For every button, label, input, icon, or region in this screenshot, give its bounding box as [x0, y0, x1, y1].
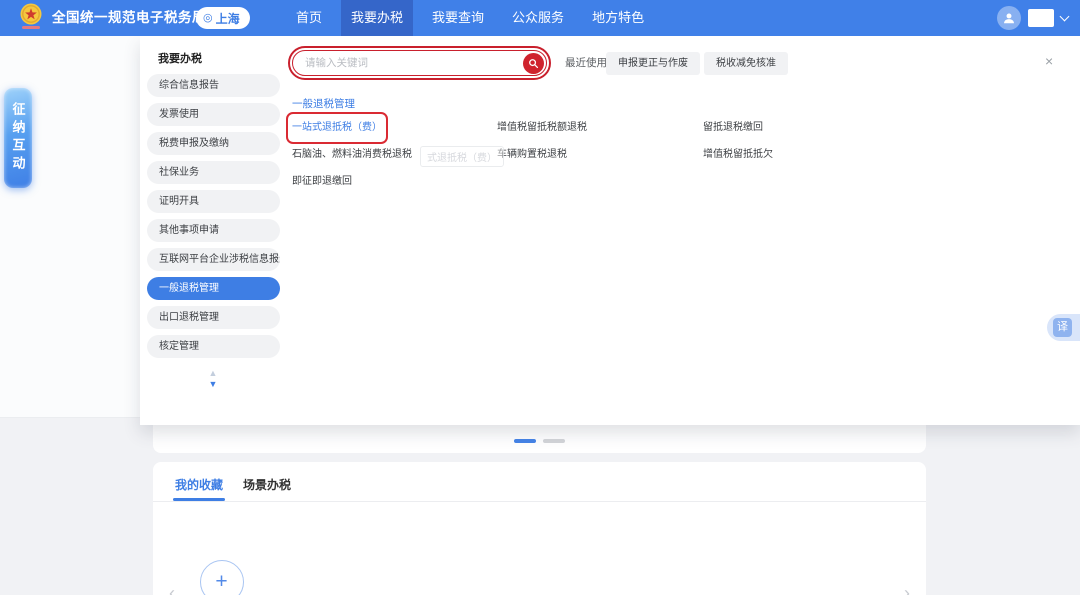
- nav-item-local-features[interactable]: 地方特色: [586, 0, 650, 36]
- add-favorite-button[interactable]: + 添加收藏: [193, 560, 250, 595]
- category-export-refund[interactable]: 出口退税管理: [147, 306, 280, 329]
- header-user-area: [997, 0, 1068, 36]
- link-immediate-refund-return[interactable]: 即征即退缴回: [292, 172, 497, 199]
- close-icon[interactable]: ×: [1045, 54, 1053, 68]
- chevron-right-icon[interactable]: ›: [904, 584, 910, 595]
- tab-my-favorites[interactable]: 我的收藏: [175, 476, 223, 501]
- search-input[interactable]: [293, 57, 523, 69]
- mega-menu-panel: 我要办税 综合信息报告 发票使用 税费申报及缴纳 社保业务 证明开具 其他事项申…: [140, 36, 1080, 425]
- plus-icon: +: [200, 560, 244, 595]
- nav-item-inquiry[interactable]: 我要查询: [426, 0, 490, 36]
- link-vat-credit-refund[interactable]: 增值税留抵税额退税: [497, 118, 703, 145]
- nav-item-home[interactable]: 首页: [290, 0, 328, 36]
- link-one-stop-refund[interactable]: 一站式退抵税（费）: [292, 118, 497, 145]
- category-comprehensive-info[interactable]: 综合信息报告: [147, 74, 280, 97]
- translate-icon: 译: [1053, 318, 1072, 337]
- scroll-up-arrow-icon[interactable]: ▲: [140, 368, 286, 379]
- search-icon: [528, 58, 539, 69]
- section-title-general-refund[interactable]: 一般退税管理: [292, 96, 355, 111]
- recently-used-label: 最近使用:: [565, 50, 610, 77]
- chevron-down-icon[interactable]: [1060, 11, 1070, 21]
- category-other-matters[interactable]: 其他事项申请: [147, 219, 280, 242]
- chevron-left-icon[interactable]: ‹: [169, 584, 175, 595]
- favorites-card: 我的收藏 场景办税 ‹ + 添加收藏 ›: [153, 462, 926, 595]
- scroll-down-arrow-icon[interactable]: ▼: [140, 379, 286, 390]
- nav-item-public-service[interactable]: 公众服务: [506, 0, 570, 36]
- translate-float-button[interactable]: 译: [1047, 314, 1080, 341]
- category-column: 我要办税 综合信息报告 发票使用 税费申报及缴纳 社保业务 证明开具 其他事项申…: [140, 36, 286, 425]
- link-vehicle-purchase-refund[interactable]: 车辆购置税退税: [497, 145, 703, 172]
- username-redacted-box[interactable]: [1028, 9, 1054, 27]
- national-emblem-logo: [18, 3, 44, 35]
- link-vat-credit-offset[interactable]: 增值税留抵抵欠: [703, 145, 1052, 172]
- category-column-title: 我要办税: [158, 50, 202, 66]
- category-social-security[interactable]: 社保业务: [147, 161, 280, 184]
- location-selector[interactable]: ◎ 上海: [196, 7, 250, 29]
- interaction-float-button[interactable]: 征纳互动: [4, 88, 32, 188]
- logo-caption-bar: [22, 26, 40, 29]
- location-pin-icon: ◎: [203, 13, 213, 24]
- category-invoice-use[interactable]: 发票使用: [147, 103, 280, 126]
- recent-item-declaration-correction[interactable]: 申报更正与作废: [606, 52, 700, 75]
- main-nav: 首页 我要办税 我要查询 公众服务 地方特色: [282, 0, 658, 36]
- location-label: 上海: [216, 10, 240, 27]
- category-certificate-issue[interactable]: 证明开具: [147, 190, 280, 213]
- link-credit-refund-return[interactable]: 留抵退税缴回: [703, 118, 1052, 145]
- category-general-refund[interactable]: 一般退税管理: [147, 277, 280, 300]
- highlighted-link-label[interactable]: 一站式退抵税（费）: [292, 118, 382, 138]
- carousel-dot-active[interactable]: [514, 439, 536, 443]
- carousel-dot-inactive[interactable]: [543, 439, 565, 443]
- category-pager: ▲ ▼: [140, 368, 286, 390]
- tab-scenario-tax[interactable]: 场景办税: [243, 476, 291, 501]
- search-button[interactable]: [523, 53, 544, 74]
- recent-item-tax-reduction[interactable]: 税收减免核准: [704, 52, 788, 75]
- person-icon: [1002, 11, 1016, 25]
- top-header: 全国统一规范电子税务局 ◎ 上海 首页 我要办税 我要查询 公众服务 地方特色: [0, 0, 1080, 36]
- link-naphtha-fuel-oil-refund[interactable]: 石脑油、燃料油消费税退税: [292, 145, 497, 172]
- site-title: 全国统一规范电子税务局: [52, 0, 206, 36]
- service-links-grid: 一站式退抵税（费） 增值税留抵税额退税 留抵退税缴回 石脑油、燃料油消费税退税 …: [292, 118, 1052, 199]
- category-tax-declaration[interactable]: 税费申报及缴纳: [147, 132, 280, 155]
- category-assessment-mgmt[interactable]: 核定管理: [147, 335, 280, 358]
- keyword-search-box: [292, 50, 547, 76]
- favorites-carousel: ‹ + 添加收藏 ›: [153, 502, 926, 595]
- nav-item-tax-handling[interactable]: 我要办税: [341, 0, 413, 36]
- category-internet-platform[interactable]: 互联网平台企业涉税信息报送: [147, 248, 280, 271]
- favorites-tabbar: 我的收藏 场景办税: [153, 462, 926, 502]
- user-avatar[interactable]: [997, 6, 1021, 30]
